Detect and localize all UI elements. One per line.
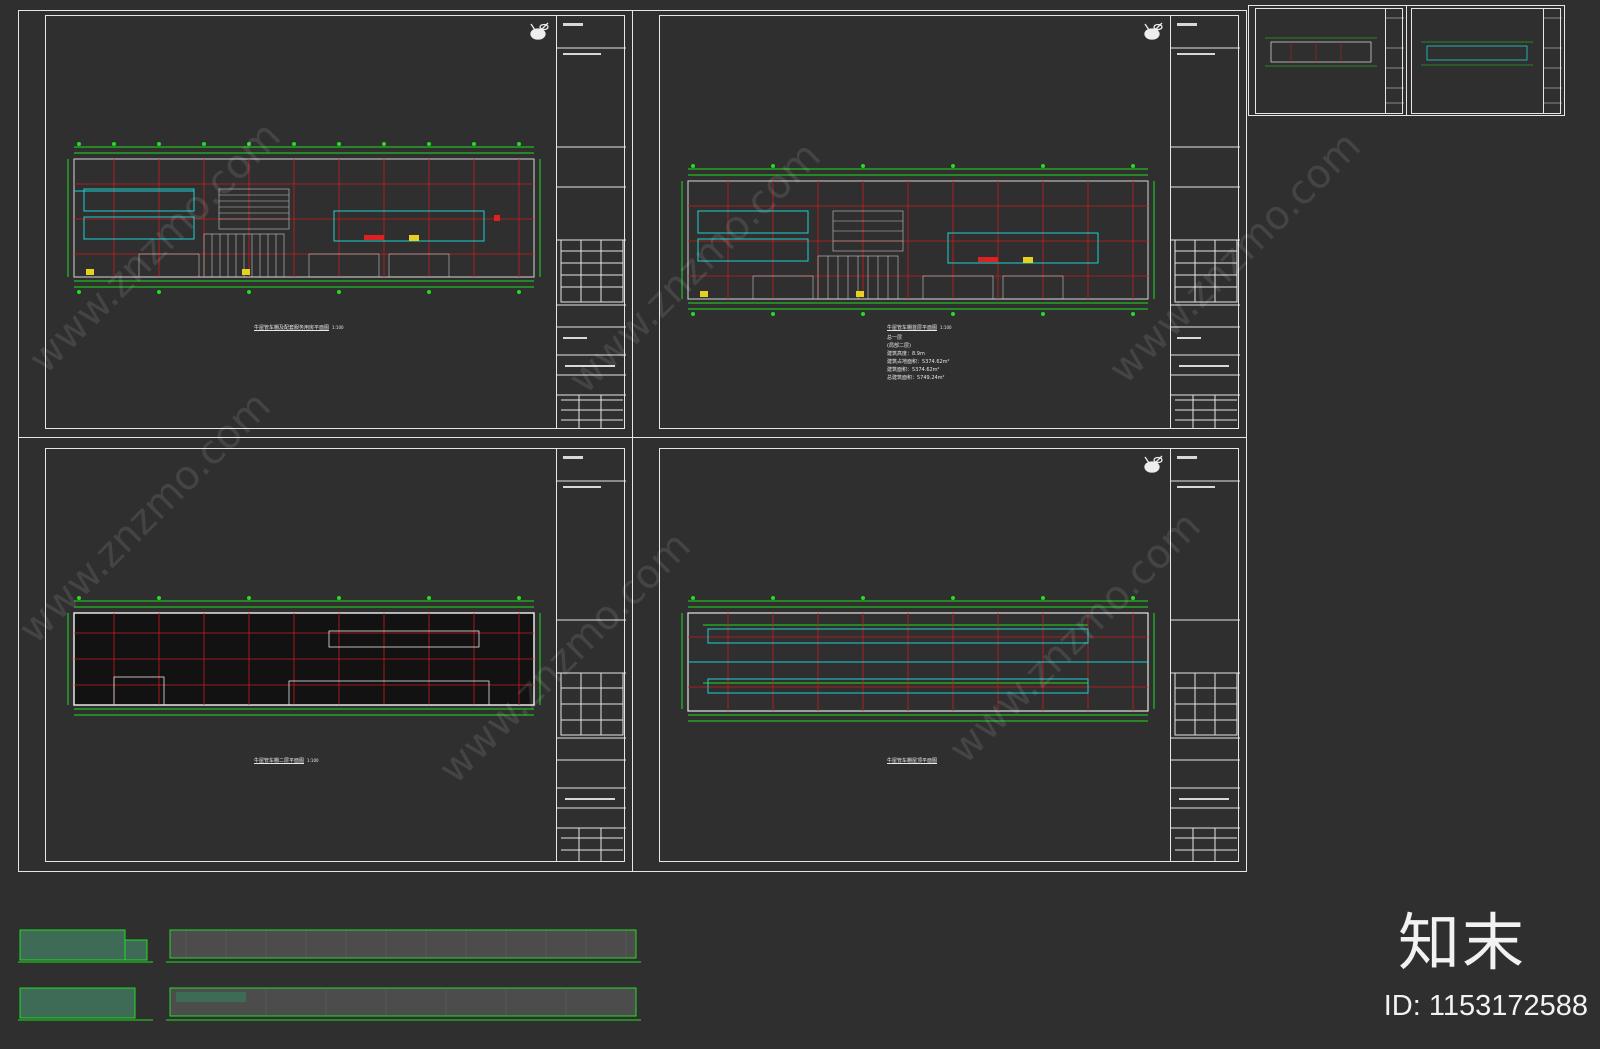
elevation-drawing-3 <box>18 987 153 1021</box>
drawing-sheet-1[interactable]: 牛屋管车棚及配套服务用房平面图 1:100 <box>18 10 633 438</box>
sheet-2-title-block <box>1170 15 1240 429</box>
bee-logo-icon <box>1144 22 1163 40</box>
area-note-line: 总建筑面积：5749.24m² <box>887 375 945 381</box>
resource-id: ID: 1153172588 <box>1383 990 1588 1022</box>
area-note-line: 建筑占地面积：5374.62m² <box>887 359 950 365</box>
bee-logo-icon <box>530 22 549 40</box>
title-block-grid <box>1386 17 1404 104</box>
thumbnail-sheet-2[interactable] <box>1406 5 1565 116</box>
drawing-sheet-4[interactable]: 牛屋管车棚屋顶平面图 <box>632 437 1247 872</box>
floor-plan-drawing <box>67 596 541 716</box>
area-note-line: 建筑面积：5374.62m² <box>887 367 940 373</box>
elevation-drawing-4 <box>166 987 641 1021</box>
area-note-line: 总一层 <box>887 335 903 341</box>
elevation-drawing-1 <box>18 929 153 963</box>
title-block-grid <box>1171 23 1240 429</box>
elevation-drawing-2 <box>166 929 641 963</box>
area-statistics: 总一层 (局部二层) 建筑高度：8.9m 建筑占地面积：5374.62m² 建筑… <box>887 334 950 382</box>
plan-title: 牛屋管车棚二层平面图 1:100 <box>254 758 319 764</box>
area-note-line: (局部二层) <box>887 343 911 349</box>
mini-plan-drawing <box>1421 41 1533 66</box>
thumb-title-block <box>1385 8 1404 114</box>
thumb-title-block <box>1543 8 1562 114</box>
plan-title: 牛屋管车棚首层平面图 1:100 <box>887 325 952 331</box>
plan-title: 牛屋管车棚及配套服务用房平面图 1:100 <box>254 325 344 331</box>
thumbnail-sheet-1[interactable] <box>1248 5 1407 116</box>
title-block-grid <box>1544 17 1562 104</box>
area-note-line: 建筑高度：8.9m <box>887 351 925 357</box>
bee-logo-icon <box>1144 455 1163 473</box>
mini-plan-drawing <box>1265 37 1377 67</box>
plan-title: 牛屋管车棚屋顶平面图 <box>887 758 938 764</box>
brand-logo-text: 知末 <box>1397 906 1526 979</box>
